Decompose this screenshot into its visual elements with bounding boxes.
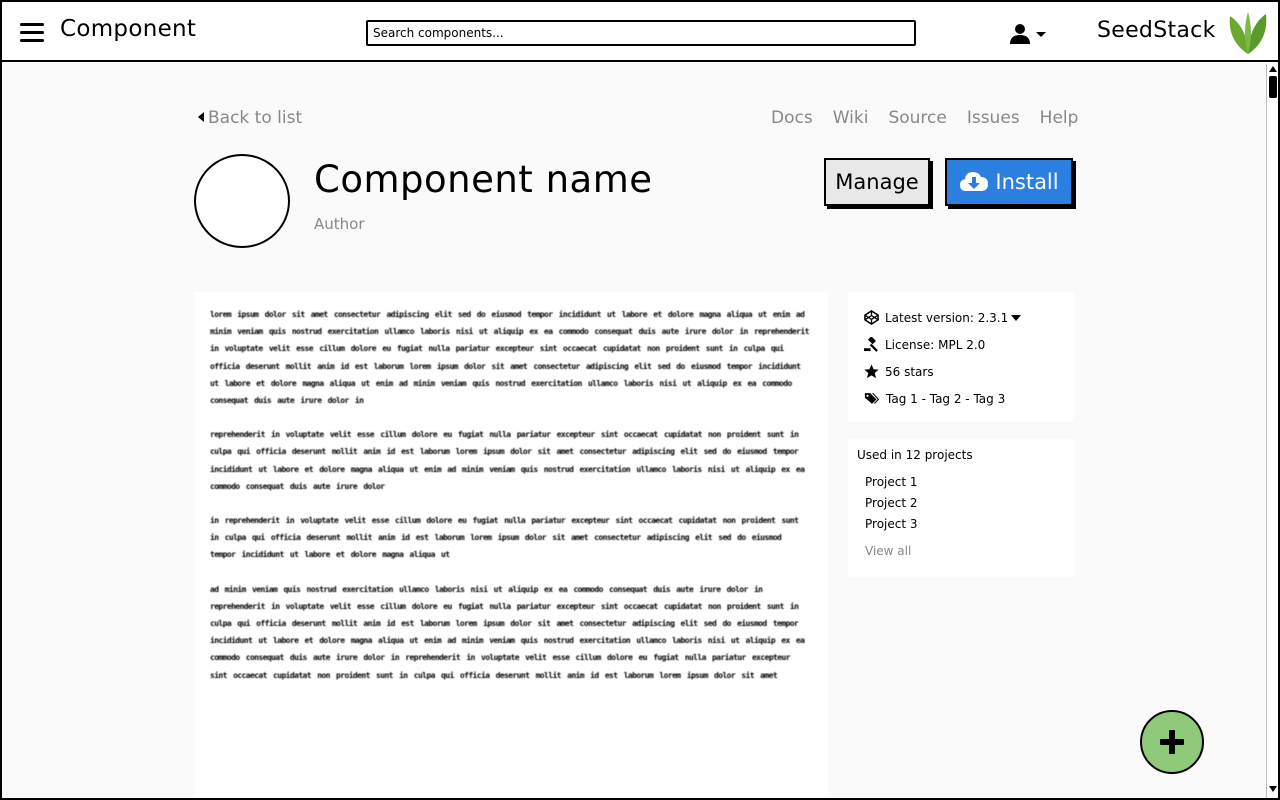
view-all-link[interactable]: View all — [857, 544, 1065, 558]
version-row: Latest version: 2.3.1 — [864, 304, 1058, 331]
app-title: Component — [60, 16, 197, 42]
app-window: Component SeedStack Back to list Doc — [0, 0, 1280, 800]
used-in-projects-card: Used in 12 projects Project 1 Project 2 … — [848, 439, 1074, 577]
link-issues[interactable]: Issues — [967, 108, 1020, 128]
brand-name: SeedStack — [1097, 18, 1216, 43]
description-paragraph: reprehenderit in voluptate velit esse ci… — [210, 430, 805, 491]
install-button[interactable]: Install — [945, 158, 1073, 206]
version-text: Latest version: 2.3.1 — [885, 310, 1009, 325]
vertical-scrollbar[interactable] — [1266, 64, 1278, 798]
add-fab-button[interactable] — [1140, 710, 1204, 774]
component-description: lorem ipsum dolor sit amet consectetur a… — [194, 292, 828, 798]
back-to-list-link[interactable]: Back to list — [198, 108, 302, 128]
resource-links: Docs Wiki Source Issues Help — [771, 108, 1078, 128]
component-info-card: Latest version: 2.3.1 License: MPL 2.0 5… — [848, 292, 1074, 422]
search-input[interactable] — [366, 20, 916, 46]
star-icon — [864, 364, 879, 379]
scroll-up-icon[interactable] — [1269, 66, 1277, 72]
chevron-left-icon — [198, 112, 204, 122]
license-row: License: MPL 2.0 — [864, 331, 1058, 358]
user-icon — [1010, 24, 1046, 44]
project-link[interactable]: Project 2 — [857, 496, 1065, 517]
scroll-thumb[interactable] — [1269, 76, 1277, 98]
plus-icon — [1160, 730, 1184, 754]
description-paragraph: lorem ipsum dolor sit amet consectetur a… — [210, 310, 809, 406]
tags-text: Tag 1 - Tag 2 - Tag 3 — [886, 391, 1006, 406]
back-label: Back to list — [208, 108, 303, 128]
seedstack-logo-icon — [1229, 12, 1267, 54]
manage-button[interactable]: Manage — [824, 158, 930, 206]
install-label: Install — [995, 170, 1059, 194]
link-help[interactable]: Help — [1040, 108, 1079, 128]
tags-icon — [864, 393, 880, 404]
license-text: License: MPL 2.0 — [885, 337, 986, 352]
link-wiki[interactable]: Wiki — [833, 108, 869, 128]
version-dropdown-icon[interactable] — [1011, 314, 1022, 321]
codepen-icon — [864, 310, 879, 325]
link-source[interactable]: Source — [888, 108, 946, 128]
component-name: Component name — [314, 158, 653, 201]
link-docs[interactable]: Docs — [771, 108, 813, 128]
gavel-icon — [864, 337, 878, 352]
tags-row: Tag 1 - Tag 2 - Tag 3 — [864, 385, 1058, 412]
component-author: Author — [314, 215, 365, 233]
project-link[interactable]: Project 1 — [857, 475, 1065, 496]
description-paragraph: ad minim veniam quis nostrud exercitatio… — [210, 584, 805, 680]
hamburger-icon[interactable] — [20, 23, 44, 43]
component-avatar — [194, 154, 290, 248]
user-menu[interactable] — [1008, 22, 1048, 46]
stars-row: 56 stars — [864, 358, 1058, 385]
scroll-down-icon[interactable] — [1269, 786, 1277, 792]
description-paragraph: in reprehenderit in voluptate velit esse… — [210, 516, 799, 560]
project-link[interactable]: Project 3 — [857, 517, 1065, 538]
stars-text: 56 stars — [885, 364, 934, 379]
projects-count: Used in 12 projects — [857, 448, 973, 462]
chevron-down-icon — [1036, 32, 1046, 37]
cloud-download-icon — [960, 172, 989, 191]
top-bar: Component SeedStack — [2, 2, 1278, 62]
